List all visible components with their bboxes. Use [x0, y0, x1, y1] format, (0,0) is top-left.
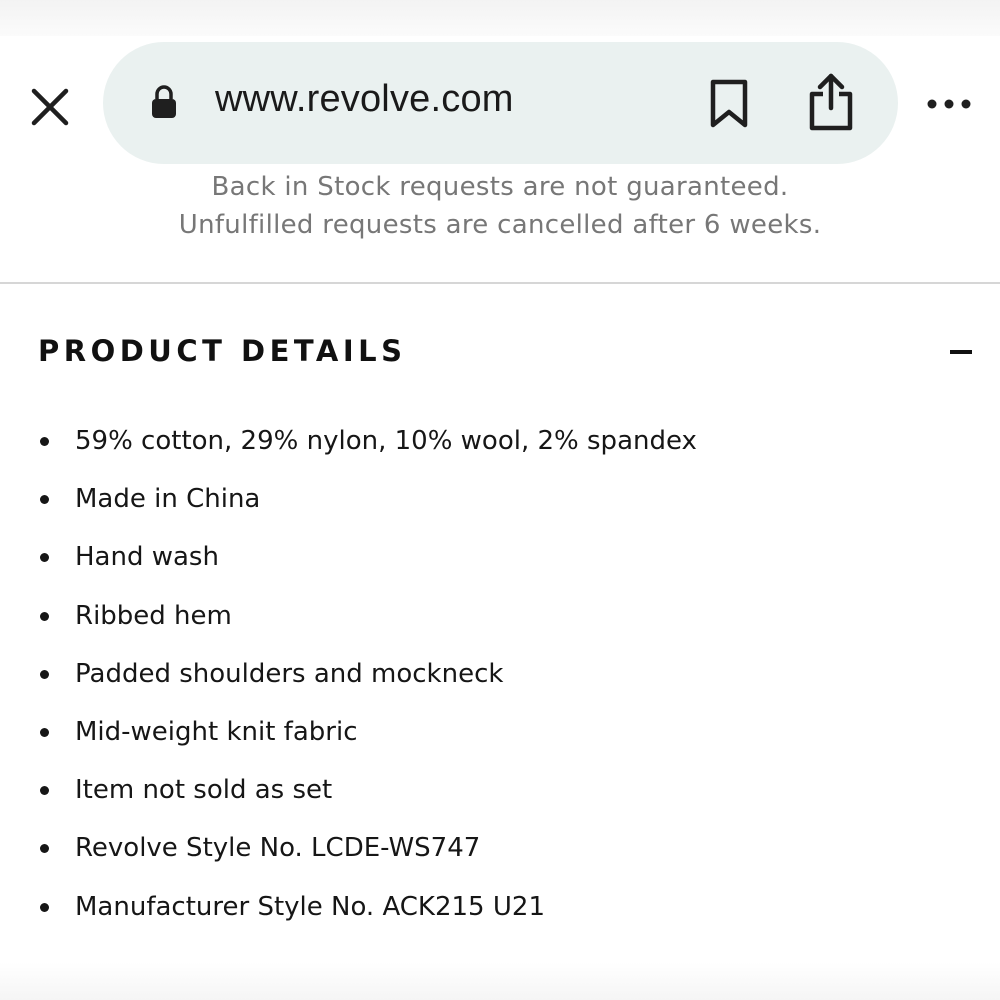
detail-text: Manufacturer Style No. ACK215 U21 [75, 891, 545, 922]
bullet-icon [40, 902, 49, 912]
list-item: Padded shoulders and mockneck [0, 645, 1000, 703]
top-edge [0, 0, 1000, 36]
back-in-stock-notice: Back in Stock requests are not guarantee… [0, 168, 1000, 244]
detail-text: Padded shoulders and mockneck [75, 658, 504, 689]
bullet-icon [40, 786, 49, 796]
bullet-icon [40, 611, 49, 621]
detail-text: Mid-weight knit fabric [75, 716, 358, 747]
detail-text: Made in China [75, 484, 261, 515]
more-options-icon[interactable] [926, 92, 972, 116]
bullet-icon [40, 553, 49, 563]
collapse-minus-icon[interactable] [950, 350, 972, 354]
list-item: Manufacturer Style No. ACK215 U21 [0, 878, 1000, 936]
detail-text: Revolve Style No. LCDE-WS747 [75, 833, 481, 864]
bullet-icon [40, 844, 49, 854]
lock-icon [151, 85, 177, 119]
address-bar[interactable]: www.revolve.com [103, 42, 898, 164]
detail-text: Item not sold as set [75, 775, 333, 806]
section-title: PRODUCT DETAILS [38, 334, 407, 368]
product-details-list: 59% cotton, 29% nylon, 10% wool, 2% span… [0, 412, 1000, 936]
share-icon[interactable] [806, 72, 856, 132]
detail-text: Ribbed hem [75, 600, 232, 631]
close-icon[interactable] [26, 83, 74, 131]
bookmark-icon[interactable] [707, 79, 751, 129]
product-details-header[interactable]: PRODUCT DETAILS [0, 320, 1000, 390]
list-item: Revolve Style No. LCDE-WS747 [0, 819, 1000, 877]
list-item: Made in China [0, 470, 1000, 528]
browser-toolbar: www.revolve.com [0, 36, 1000, 174]
bullet-icon [40, 669, 49, 679]
bullet-icon [40, 727, 49, 737]
notice-line-2: Unfulfilled requests are cancelled after… [178, 210, 822, 240]
list-item: Mid-weight knit fabric [0, 703, 1000, 761]
bullet-icon [40, 495, 49, 505]
url-text[interactable]: www.revolve.com [215, 78, 514, 121]
section-divider [0, 282, 1000, 284]
detail-text: Hand wash [75, 542, 219, 573]
detail-text: 59% cotton, 29% nylon, 10% wool, 2% span… [75, 426, 697, 456]
list-item: Hand wash [0, 528, 1000, 586]
list-item: 59% cotton, 29% nylon, 10% wool, 2% span… [0, 412, 1000, 470]
bullet-icon [40, 437, 49, 446]
list-item: Ribbed hem [0, 587, 1000, 645]
list-item: Item not sold as set [0, 761, 1000, 819]
notice-line-1: Back in Stock requests are not guarantee… [211, 172, 789, 202]
bottom-edge [0, 962, 1000, 1000]
